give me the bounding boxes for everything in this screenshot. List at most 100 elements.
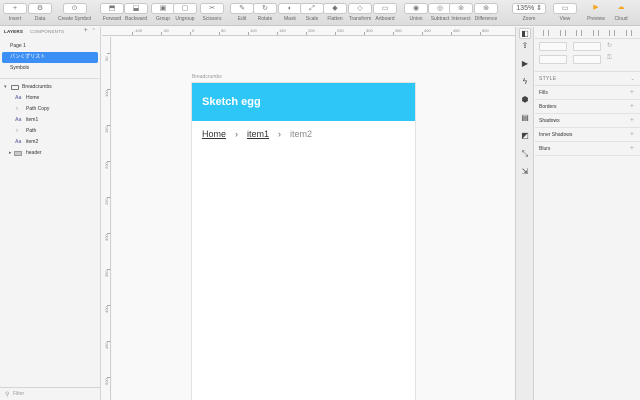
tab-layers[interactable]: LAYERS [4,29,23,34]
toolbar-ungroup-button[interactable]: ▢ Ungroup [173,3,197,25]
ruler-horizontal: -100 -50 0 50 100 150 200 250 300 350 400 450 500 [102,27,515,36]
filter-icon: ⚲ [5,392,10,398]
collapse-icon[interactable]: ⌃ [92,28,96,34]
artboard[interactable]: Sketch egg Home › item1 › item2 [191,82,416,400]
prototype-play-icon[interactable]: ▶ [520,59,530,69]
canvas[interactable]: Breadcrumbs Sketch egg Home › item1 › item2 [112,37,515,400]
toolbar-intersect-button[interactable]: ⊚ Intersect [449,3,473,25]
import-icon[interactable]: ⇲ [520,167,530,177]
filter-input[interactable]: Filter [13,391,24,397]
section-borders[interactable]: Borders + [535,100,640,114]
ruler-tick [107,269,110,270]
add-icon[interactable]: + [630,86,634,100]
page-item[interactable]: パンくずリスト [2,52,98,63]
toolbar-create-symbol-button[interactable]: ⊙ Create Symbol [58,3,91,25]
add-page-button[interactable]: + [84,27,88,34]
layer-item-header[interactable]: ▸ header [0,148,100,159]
section-shadows[interactable]: Shadows + [535,114,640,128]
toolbar-union-button[interactable]: ◉ Union [404,3,428,25]
cloud-button[interactable]: ☁ Cloud [609,3,633,25]
filter-bar[interactable]: ⚲ Filter [0,387,100,400]
align-center-icon[interactable] [559,29,566,36]
disclosure-closed-icon[interactable]: ▸ [9,148,12,159]
toolbar-scissors-button[interactable]: ✂ Scissors [200,3,224,25]
section-blurs[interactable]: Blurs + [535,142,640,156]
toolbar-data-button[interactable]: ⚙ Data [28,3,52,25]
artboard-title[interactable]: Breadcrumbs [192,74,222,80]
preview-button[interactable]: ▶ Preview [584,3,608,25]
layer-item-home[interactable]: Aa Home [0,93,100,104]
x-field[interactable] [539,42,567,51]
union-icon: ◉ [404,3,428,14]
add-icon[interactable]: + [630,142,634,156]
toolbar-edit-button[interactable]: ✎ Edit [230,3,254,25]
ruler-tick-label: 350 [104,270,109,277]
add-icon[interactable]: + [630,114,634,128]
align-bottom-icon[interactable] [625,29,632,36]
section-inner-shadows[interactable]: Inner Shadows + [535,128,640,142]
layer-label: Path Copy [26,106,50,112]
toolbar-forward-button[interactable]: ⬒ Forward [100,3,124,25]
geometry-fields: ↻ ⚿ [535,39,640,72]
toolbar-backward-button[interactable]: ⬓ Backward [124,3,148,25]
y-field[interactable] [573,42,601,51]
layout-icon[interactable]: ▤ [520,113,530,123]
layer-item-breadcrumbs[interactable]: ▾ Breadcrumbs [0,82,100,93]
align-top-icon[interactable] [592,29,599,36]
lock-ratio-icon[interactable]: ⚿ [607,55,613,64]
app-header[interactable]: Sketch egg [192,83,415,121]
toolbar-transform-button[interactable]: ◇ Transform [348,3,372,25]
tab-components[interactable]: COMPONENTS [30,29,64,34]
height-field[interactable] [573,55,601,64]
ruler-tick-label: 250 [104,198,109,205]
toolbar-flatten-button[interactable]: ◆ Flatten [323,3,347,25]
view-button[interactable]: ▭ View [553,3,577,25]
intersect-icon: ⊚ [449,3,473,14]
layer-item-item1[interactable]: Aa item1 [0,115,100,126]
layer-item-path[interactable]: › Path [0,126,100,137]
ruler-tick-label: 450 [453,28,460,33]
ruler-tick [480,32,481,35]
ruler-tick-label: 500 [104,378,109,385]
zoom-control[interactable]: 135% ⇕ Zoom [512,3,546,25]
add-icon[interactable]: + [630,100,634,114]
layer-item-path-copy[interactable]: › Path Copy [0,104,100,115]
width-field[interactable] [539,55,567,64]
interaction-bolt-icon[interactable]: ϟ [520,77,530,87]
inspector-tab-style-icon[interactable]: ◧ [519,28,531,39]
add-icon[interactable]: + [630,128,634,142]
fit-icon[interactable]: ⤡ [520,149,530,159]
ruler-vertical: 50 100 150 200 250 300 350 400 450 500 [102,37,111,400]
toolbar-artboard-button[interactable]: ▭ Artboard [373,3,397,25]
toolbar-label: Ungroup [175,16,195,22]
toolbar-insert-button[interactable]: + Insert [3,3,27,25]
inspector-tabs: ◧ ⇪ ▶ ϟ ⬢ ▤ ◩ ⤡ ⇲ [515,27,534,400]
toolbar-scale-button[interactable]: ⤢ Scale [300,3,324,25]
flatten-icon: ◆ [323,3,347,14]
toolbar-mask-button[interactable]: ◐ Mask [278,3,302,25]
breadcrumb-home-link[interactable]: Home [202,129,226,139]
resize-icon[interactable]: ◩ [520,131,530,141]
disclosure-open-icon[interactable]: ▾ [4,82,7,93]
layer-item-item2[interactable]: Aa item2 [0,137,100,148]
layers-panel: LAYERS COMPONENTS + ⌃ Page 1 パンくずリスト Symbo… [0,27,101,400]
breadcrumb-item1-link[interactable]: item1 [247,129,269,139]
toolbar-label: Preview [587,16,605,22]
align-middle-icon[interactable] [609,29,616,36]
toolbar-difference-button[interactable]: ⊛ Difference [474,3,498,25]
align-right-icon[interactable] [576,29,583,36]
insert-icon: + [3,3,27,14]
export-icon[interactable]: ⇪ [520,41,530,51]
ruler-tick-label: 0 [192,28,195,33]
toolbar-group-button[interactable]: ▣ Group [151,3,175,25]
page-item[interactable]: Symbols [0,63,100,74]
ruler-tick [306,32,307,35]
toolbar-label: Zoom [522,16,536,22]
toolbar-rotate-button[interactable]: ↻ Rotate [253,3,277,25]
component-hexagon-icon[interactable]: ⬢ [520,95,530,105]
chevron-down-icon[interactable]: ⌄ [631,72,636,86]
align-left-icon[interactable] [543,29,550,36]
page-item[interactable]: Page 1 [0,41,100,52]
section-fills[interactable]: Fills + [535,86,640,100]
mask-icon: ◐ [278,3,302,14]
